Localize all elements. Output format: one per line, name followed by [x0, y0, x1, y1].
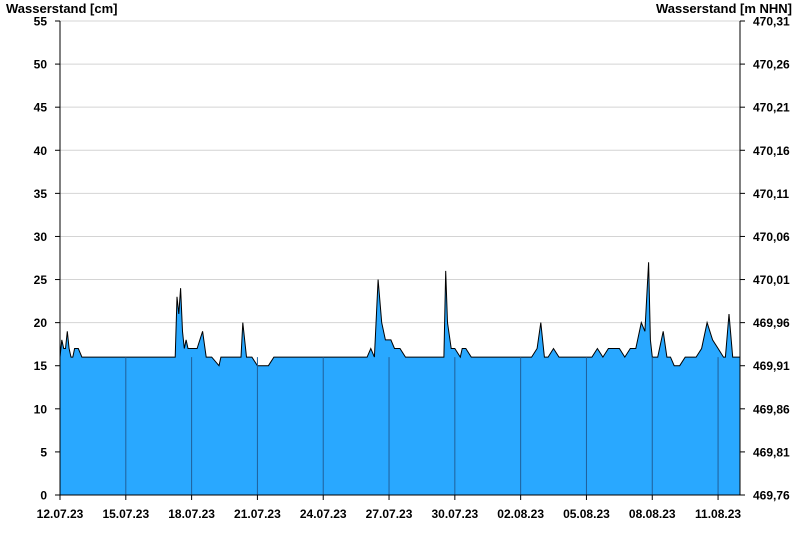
y-tick-label-right: 469,86	[753, 402, 790, 416]
y-tick-label-right: 470,01	[753, 273, 790, 287]
x-tick-label: 15.07.23	[102, 507, 149, 521]
y-tick-label-left: 35	[34, 187, 48, 201]
y-tick-label-right: 469,76	[753, 489, 790, 503]
y-tick-label-right: 470,21	[753, 101, 790, 115]
y-tick-label-right: 469,81	[753, 445, 790, 459]
x-tick-label: 24.07.23	[300, 507, 347, 521]
y-tick-label-left: 25	[34, 273, 48, 287]
y-tick-label-right: 469,91	[753, 359, 790, 373]
y-tick-label-right: 470,16	[753, 144, 790, 158]
y-tick-label-right: 470,31	[753, 15, 790, 29]
x-tick-label: 05.08.23	[563, 507, 610, 521]
y-tick-label-left: 55	[34, 15, 48, 29]
x-tick-label: 02.08.23	[497, 507, 544, 521]
y-tick-label-left: 45	[34, 101, 48, 115]
y-tick-label-left: 5	[40, 445, 47, 459]
x-tick-label: 08.08.23	[629, 507, 676, 521]
x-tick-label: 27.07.23	[366, 507, 413, 521]
y-tick-label-left: 20	[34, 316, 48, 330]
y-tick-label-right: 470,06	[753, 230, 790, 244]
x-tick-label: 11.08.23	[695, 507, 741, 521]
water-level-series	[59, 262, 740, 495]
y-tick-label-right: 470,11	[753, 187, 789, 201]
y-tick-label-right: 470,26	[753, 58, 790, 72]
x-tick-label: 12.07.23	[37, 507, 84, 521]
x-tick-label: 18.07.23	[168, 507, 215, 521]
y-tick-label-left: 0	[40, 489, 47, 503]
y-tick-label-right: 469,96	[753, 316, 790, 330]
y-tick-label-left: 50	[34, 58, 48, 72]
x-tick-label: 30.07.23	[431, 507, 478, 521]
x-tick-label: 21.07.23	[234, 507, 281, 521]
y-tick-label-left: 40	[34, 144, 48, 158]
water-level-area	[60, 262, 740, 495]
y-tick-label-left: 15	[34, 359, 48, 373]
y-tick-label-left: 30	[34, 230, 48, 244]
water-level-chart: 0 469,76 5 469,81 10 469,86 15 469,91 20 469,96 25…	[34, 15, 790, 522]
y-tick-label-left: 10	[34, 402, 48, 416]
